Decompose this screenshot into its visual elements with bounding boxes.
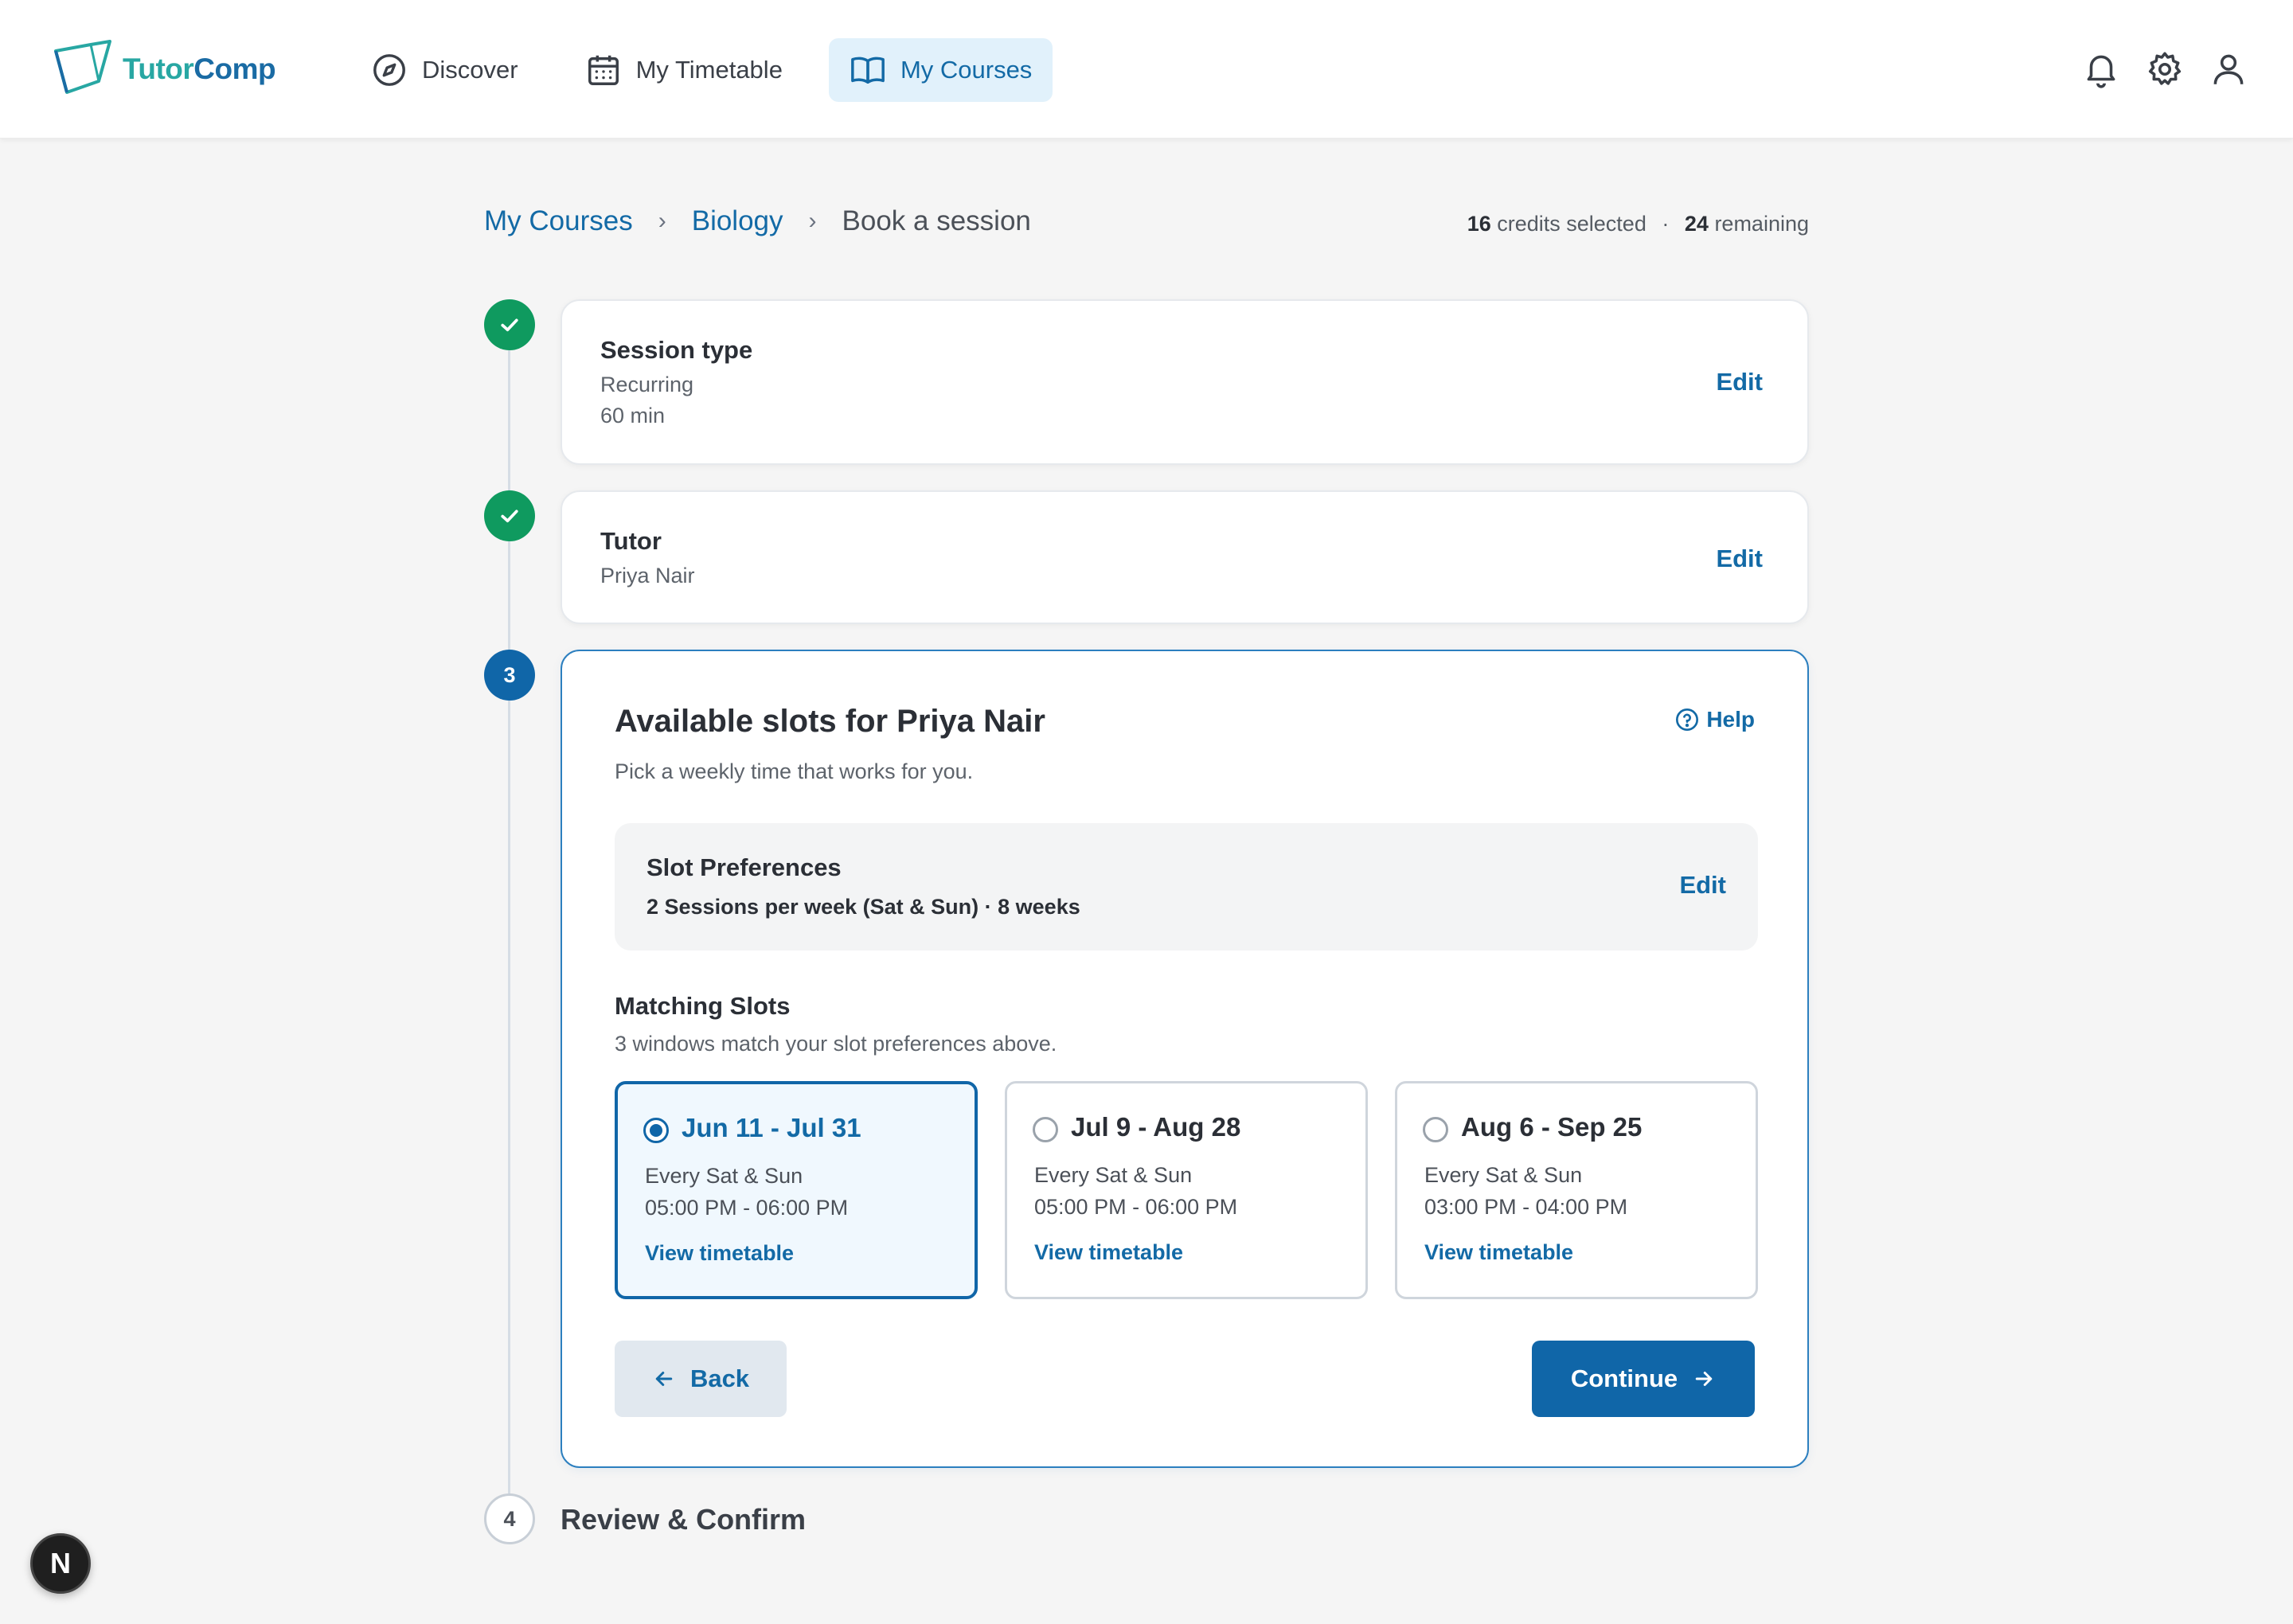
- dev-tools-letter: N: [50, 1547, 71, 1579]
- brand-name-part2: Comp: [193, 53, 276, 85]
- slot-option-card[interactable]: Jun 11 - Jul 31 Every Sat & Sun 05:00 PM…: [615, 1081, 978, 1299]
- bell-icon[interactable]: [2081, 49, 2121, 89]
- credits-selected-count: 16: [1467, 212, 1491, 236]
- slot-option-card[interactable]: Aug 6 - Sep 25 Every Sat & Sun 03:00 PM …: [1395, 1081, 1758, 1299]
- available-slots-card: Available slots for Priya Nair Pick a we…: [561, 650, 1809, 1468]
- nav-item-discover[interactable]: Discover: [350, 38, 539, 102]
- help-label: Help: [1706, 707, 1755, 732]
- view-timetable-link[interactable]: View timetable: [645, 1241, 794, 1266]
- book-open-icon: [851, 57, 885, 84]
- arrow-left-icon: [655, 1372, 673, 1386]
- header-actions: [2057, 49, 2248, 89]
- edit-slot-preferences-button[interactable]: Edit: [1679, 871, 1726, 900]
- session-type-value: Recurring: [600, 373, 694, 396]
- logo-icon: [54, 40, 111, 94]
- top-navigation-bar: TutorComp Discover My Timetable My Cours…: [0, 0, 2293, 139]
- slot-time: 03:00 PM - 04:00 PM: [1424, 1195, 1628, 1219]
- step-number-indicator: 3: [484, 650, 535, 701]
- step-complete-indicator: [484, 299, 535, 350]
- credits-selected-text: credits selected: [1497, 212, 1647, 236]
- slot-time: 05:00 PM - 06:00 PM: [1034, 1195, 1238, 1219]
- view-timetable-link[interactable]: View timetable: [1424, 1240, 1573, 1265]
- user-icon[interactable]: [2209, 49, 2248, 89]
- dev-tools-badge[interactable]: N: [30, 1533, 91, 1594]
- check-icon: [501, 318, 518, 332]
- review-confirm-step-title: Review & Confirm: [561, 1503, 807, 1536]
- chevron-right-icon: ›: [658, 208, 666, 234]
- credits-remaining-text: remaining: [1714, 212, 1809, 236]
- nav-item-my-timetable[interactable]: My Timetable: [564, 38, 803, 102]
- slot-days: Every Sat & Sun: [1034, 1163, 1193, 1187]
- slot-date-range: Aug 6 - Sep 25: [1461, 1112, 1643, 1142]
- slot-preferences-detail: 2 Sessions per week (Sat & Sun) · 8 week…: [646, 895, 1080, 919]
- check-icon: [501, 509, 518, 523]
- continue-button-label: Continue: [1570, 1364, 1678, 1392]
- matching-slots-title: Matching Slots: [615, 992, 791, 1020]
- compass-icon: [373, 54, 405, 86]
- tutor-title: Tutor: [600, 527, 662, 555]
- credits-separator: ·: [1662, 212, 1670, 236]
- edit-session-type-button[interactable]: Edit: [1716, 368, 1763, 396]
- step-complete-indicator: [484, 490, 535, 541]
- session-type-card: Session type Recurring 60 min Edit: [561, 299, 1809, 465]
- slot-radio-selected[interactable]: [643, 1118, 669, 1143]
- calendar-icon: [588, 55, 619, 85]
- matching-slots-subtitle: 3 windows match your slot preferences ab…: [615, 1032, 1057, 1056]
- slot-options: Jun 11 - Jul 31 Every Sat & Sun 05:00 PM…: [615, 1081, 1758, 1299]
- nav-item-label: My Timetable: [635, 56, 783, 84]
- slot-days: Every Sat & Sun: [1424, 1163, 1583, 1187]
- tutor-name: Priya Nair: [600, 564, 695, 588]
- nav-item-label: Discover: [422, 56, 518, 84]
- session-duration-value: 60 min: [600, 404, 666, 427]
- slot-preferences-panel: Slot Preferences 2 Sessions per week (Sa…: [615, 823, 1758, 951]
- slot-radio[interactable]: [1423, 1117, 1448, 1142]
- nav-item-my-courses[interactable]: My Courses: [828, 38, 1053, 102]
- breadcrumb: My Courses › Biology › Book a session: [484, 205, 1031, 237]
- brand-name-part1: Tutor: [123, 53, 194, 85]
- nav-item-label: My Courses: [900, 56, 1033, 84]
- slots-title: Available slots for Priya Nair: [615, 704, 1045, 739]
- session-type-title: Session type: [600, 336, 753, 364]
- main-nav: Discover My Timetable My Courses: [350, 38, 1078, 102]
- back-button[interactable]: Back: [615, 1341, 787, 1417]
- view-timetable-link[interactable]: View timetable: [1034, 1240, 1183, 1265]
- help-circle-icon: [1676, 709, 1699, 731]
- slot-days: Every Sat & Sun: [645, 1164, 803, 1188]
- gear-icon[interactable]: [2145, 49, 2185, 89]
- slot-preferences-title: Slot Preferences: [646, 853, 842, 881]
- slot-radio[interactable]: [1033, 1117, 1058, 1142]
- help-link[interactable]: Help: [1674, 707, 1755, 732]
- brand-logo[interactable]: TutorComp: [53, 40, 276, 99]
- credits-summary: 16 credits selected · 24 remaining: [1467, 212, 1809, 236]
- slot-date-range: Jun 11 - Jul 31: [682, 1113, 861, 1142]
- back-button-label: Back: [689, 1364, 750, 1392]
- tutor-card: Tutor Priya Nair Edit: [561, 490, 1809, 624]
- step-number-indicator: 4: [484, 1493, 535, 1544]
- chevron-right-icon: ›: [808, 208, 817, 234]
- brand-name: TutorComp: [123, 53, 276, 86]
- continue-button[interactable]: Continue: [1532, 1341, 1755, 1417]
- breadcrumb-current: Book a session: [842, 205, 1031, 236]
- slots-subtitle: Pick a weekly time that works for you.: [615, 759, 974, 783]
- slot-time: 05:00 PM - 06:00 PM: [645, 1196, 849, 1220]
- slot-date-range: Jul 9 - Aug 28: [1071, 1112, 1241, 1142]
- arrow-right-icon: [1695, 1372, 1713, 1386]
- edit-tutor-button[interactable]: Edit: [1716, 545, 1763, 573]
- breadcrumb-my-courses[interactable]: My Courses: [484, 205, 633, 237]
- slot-option-card[interactable]: Jul 9 - Aug 28 Every Sat & Sun 05:00 PM …: [1005, 1081, 1368, 1299]
- credits-remaining-count: 24: [1684, 212, 1709, 236]
- breadcrumb-biology[interactable]: Biology: [692, 205, 783, 237]
